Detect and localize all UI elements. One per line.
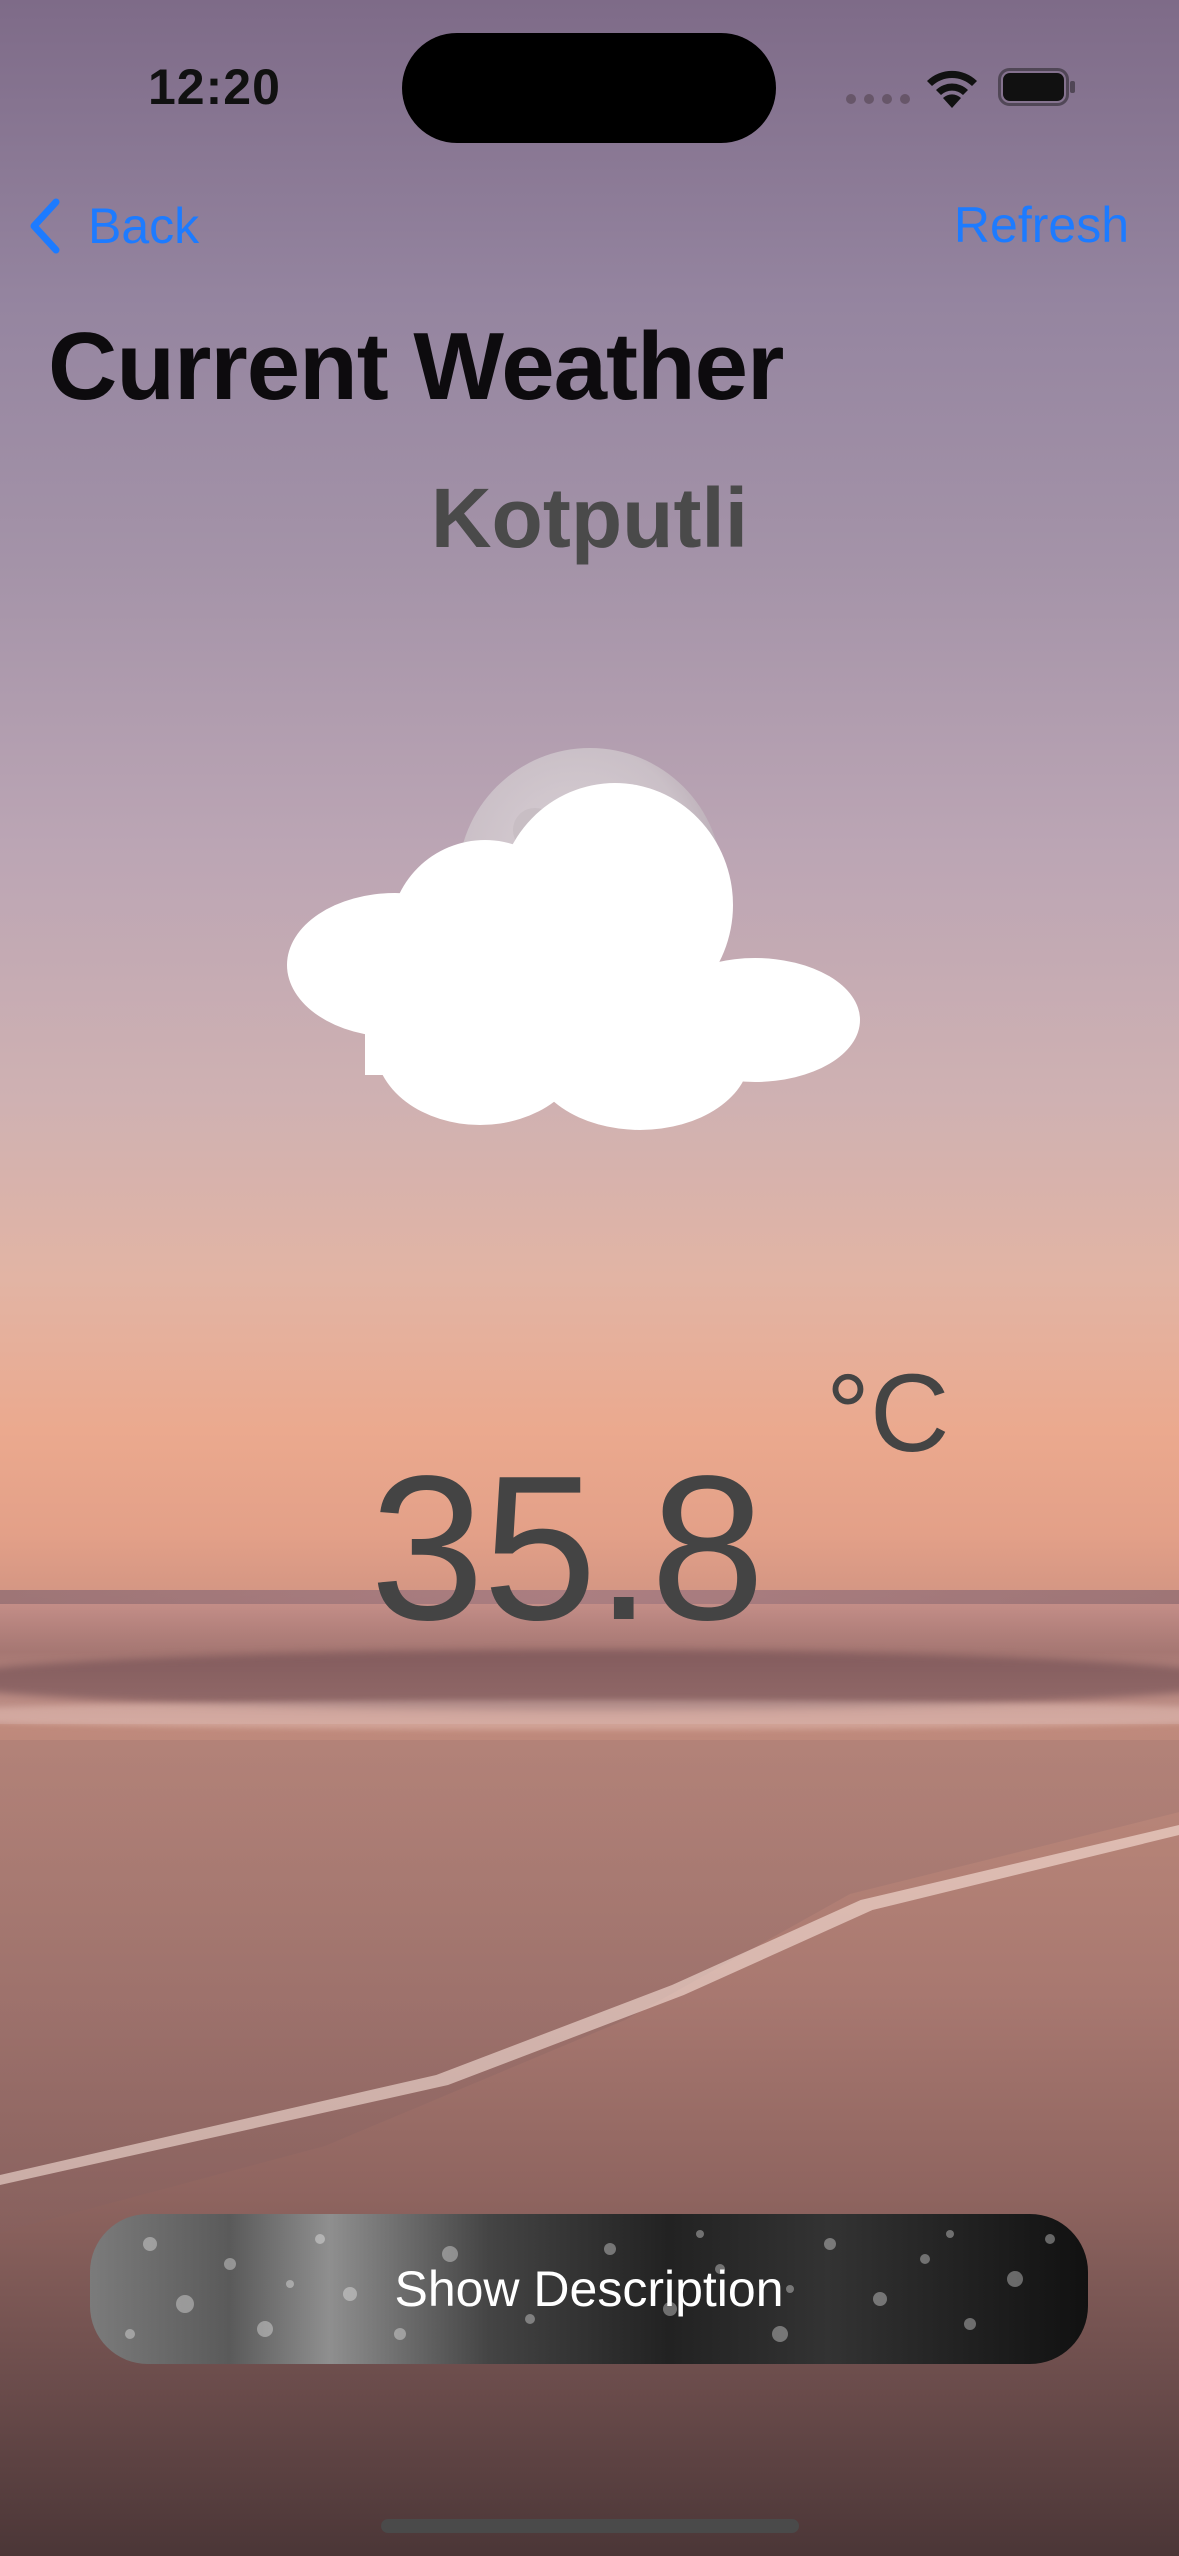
- partly-cloudy-night-icon: [287, 748, 860, 1130]
- dynamic-island: [402, 33, 776, 143]
- temperature-unit: °C: [826, 1352, 950, 1475]
- back-button[interactable]: Back: [26, 196, 199, 256]
- city-name: Kotputli: [430, 471, 749, 565]
- page-title: Current Weather: [48, 313, 784, 420]
- temperature-value: 35.8: [370, 1433, 765, 1663]
- back-label: Back: [88, 198, 200, 254]
- signal-icon: [846, 94, 910, 104]
- wifi-icon: [927, 70, 977, 108]
- refresh-button[interactable]: Refresh: [954, 196, 1129, 254]
- status-time: 12:20: [148, 59, 281, 115]
- show-description-button[interactable]: Show Description: [90, 2214, 1088, 2364]
- chevron-left-icon: [30, 198, 60, 254]
- show-description-label: Show Description: [394, 2261, 784, 2317]
- battery-icon: [998, 68, 1075, 106]
- home-indicator[interactable]: [381, 2519, 799, 2533]
- weather-screen: 12:20 Back Refresh Current Weather Kotpu…: [0, 0, 1179, 2556]
